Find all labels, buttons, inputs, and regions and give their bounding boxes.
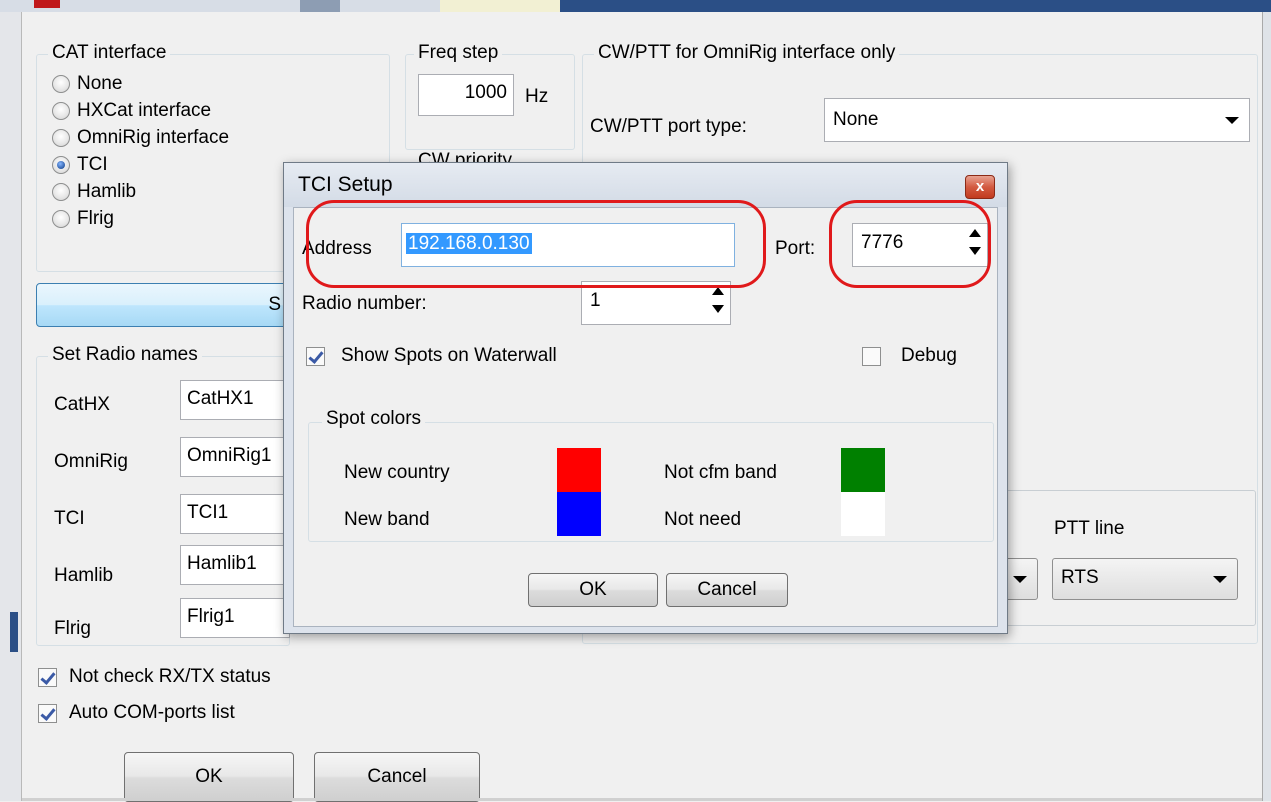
auto-com-ports-checkbox[interactable] bbox=[38, 703, 57, 723]
close-icon[interactable]: x bbox=[965, 175, 995, 199]
freq-step-title: Freq step bbox=[414, 42, 503, 64]
dialog-title: TCI Setup bbox=[298, 173, 393, 196]
spot-color-label: New country bbox=[344, 462, 450, 483]
radio-names-title: Set Radio names bbox=[48, 344, 202, 366]
radio-flrig[interactable]: Flrig bbox=[52, 205, 229, 232]
show-spots-label: Show Spots on Waterwall bbox=[341, 345, 557, 366]
radio-label: Flrig bbox=[77, 207, 114, 229]
cat-interface-options: None HXCat interface OmniRig interface T… bbox=[52, 70, 229, 232]
window-right-border bbox=[1262, 12, 1271, 801]
radio-name-label: Flrig bbox=[54, 618, 91, 639]
not-need-color-swatch[interactable] bbox=[841, 492, 885, 536]
setup-button-label: S bbox=[268, 294, 281, 315]
omnirig-name-input[interactable]: OmniRig1 bbox=[180, 437, 290, 477]
radio-hxcat[interactable]: HXCat interface bbox=[52, 97, 229, 124]
radio-label: None bbox=[77, 72, 123, 94]
ok-button[interactable]: OK bbox=[124, 752, 294, 802]
spot-colors-title: Spot colors bbox=[322, 408, 426, 430]
taskbar-fragment bbox=[10, 612, 18, 652]
radio-button[interactable] bbox=[52, 74, 70, 93]
background-window-titlebar bbox=[0, 0, 1271, 12]
chevron-down-icon bbox=[1225, 117, 1239, 124]
radio-omnirig[interactable]: OmniRig interface bbox=[52, 124, 229, 151]
titlebar-decoration bbox=[300, 0, 340, 12]
ptt-line-title: PTT line bbox=[1054, 518, 1125, 539]
app-icon bbox=[34, 0, 60, 8]
radio-name-label: TCI bbox=[54, 508, 85, 529]
new-band-color-swatch[interactable] bbox=[557, 492, 601, 536]
chevron-down-icon bbox=[1013, 576, 1027, 583]
debug-row[interactable]: Debug bbox=[862, 345, 957, 367]
address-label: Address bbox=[302, 238, 372, 259]
address-value: 192.168.0.130 bbox=[406, 233, 532, 254]
cathx-name-input[interactable]: CatHX1 bbox=[180, 380, 290, 420]
cancel-button[interactable]: Cancel bbox=[314, 752, 480, 802]
radio-number-spinner[interactable]: 1 bbox=[581, 281, 731, 325]
dialog-ok-button[interactable]: OK bbox=[528, 573, 658, 607]
radio-button[interactable] bbox=[52, 128, 70, 147]
not-check-rxtx-checkbox[interactable] bbox=[38, 667, 57, 687]
new-country-color-swatch[interactable] bbox=[557, 448, 601, 492]
not-cfm-band-color-swatch[interactable] bbox=[841, 448, 885, 492]
radio-name-label: CatHX bbox=[54, 394, 110, 415]
radio-none[interactable]: None bbox=[52, 70, 229, 97]
port-spinner[interactable]: 7776 bbox=[852, 223, 988, 267]
spinner-arrows-icon[interactable] bbox=[969, 229, 981, 259]
radio-button[interactable] bbox=[52, 155, 70, 174]
radio-hamlib[interactable]: Hamlib bbox=[52, 178, 229, 205]
radio-name-label: Hamlib bbox=[54, 565, 114, 586]
radio-label: OmniRig interface bbox=[77, 126, 230, 148]
spot-color-label: Not cfm band bbox=[664, 462, 777, 483]
cw-ptt-port-type-label: CW/PTT port type: bbox=[590, 116, 747, 137]
auto-com-ports-row[interactable]: Auto COM-ports list bbox=[38, 702, 235, 724]
tci-name-input[interactable]: TCI1 bbox=[180, 494, 290, 534]
radio-label: Hamlib bbox=[77, 180, 137, 202]
radio-button[interactable] bbox=[52, 101, 70, 120]
radio-number-label: Radio number: bbox=[302, 293, 427, 314]
freq-step-unit: Hz bbox=[525, 86, 549, 107]
cw-priority-label: CW priority bbox=[418, 150, 512, 162]
radio-label: TCI bbox=[77, 153, 108, 175]
radio-name-label: OmniRig bbox=[54, 451, 128, 472]
cw-ptt-port-type-value: None bbox=[833, 109, 879, 130]
spinner-arrows-icon[interactable] bbox=[712, 287, 724, 317]
dialog-cancel-button[interactable]: Cancel bbox=[666, 573, 788, 607]
show-spots-row[interactable]: Show Spots on Waterwall bbox=[306, 345, 557, 367]
ptt-line-select[interactable]: RTS bbox=[1052, 558, 1238, 600]
radio-tci[interactable]: TCI bbox=[52, 151, 229, 178]
debug-label: Debug bbox=[901, 345, 957, 366]
port-label: Port: bbox=[775, 238, 816, 259]
radio-label: HXCat interface bbox=[77, 99, 212, 121]
flrig-name-input[interactable]: Flrig1 bbox=[180, 598, 290, 638]
tci-setup-dialog: TCI Setup x Address 192.168.0.130 Port: … bbox=[283, 162, 1008, 634]
cw-ptt-title: CW/PTT for OmniRig interface only bbox=[594, 42, 900, 64]
not-check-rxtx-label: Not check RX/TX status bbox=[69, 666, 271, 687]
dialog-client-area: Address 192.168.0.130 Port: 7776 Radio n… bbox=[293, 207, 998, 627]
cat-interface-title: CAT interface bbox=[48, 42, 171, 64]
not-check-rxtx-row[interactable]: Not check RX/TX status bbox=[38, 666, 271, 688]
show-spots-checkbox[interactable] bbox=[306, 346, 325, 366]
titlebar-decoration bbox=[560, 0, 1271, 12]
chevron-down-icon bbox=[1213, 576, 1227, 583]
radio-button[interactable] bbox=[52, 209, 70, 228]
radio-button[interactable] bbox=[52, 182, 70, 201]
hamlib-name-input[interactable]: Hamlib1 bbox=[180, 545, 290, 585]
setup-button[interactable]: S bbox=[36, 283, 290, 327]
spot-color-label: New band bbox=[344, 509, 430, 530]
port-value: 7776 bbox=[861, 232, 904, 253]
auto-com-ports-label: Auto COM-ports list bbox=[69, 702, 235, 723]
cw-ptt-port-type-select[interactable]: None bbox=[824, 98, 1250, 142]
window-left-border bbox=[0, 12, 22, 801]
address-input[interactable]: 192.168.0.130 bbox=[401, 223, 735, 267]
ptt-line-value: RTS bbox=[1061, 567, 1099, 588]
spot-color-label: Not need bbox=[664, 509, 742, 530]
freq-step-input[interactable]: 1000 bbox=[418, 74, 514, 116]
radio-number-value: 1 bbox=[590, 290, 601, 311]
debug-checkbox[interactable] bbox=[862, 346, 881, 366]
